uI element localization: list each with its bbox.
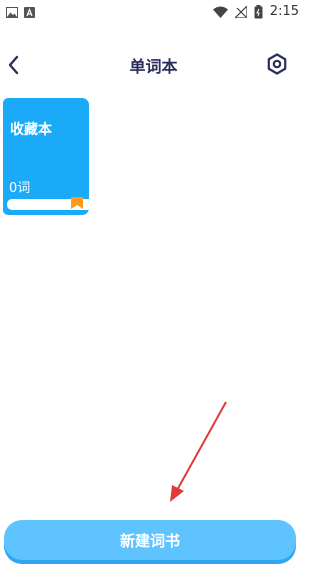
book-word-count: 0词 [9, 181, 31, 196]
page-title: 单词本 [129, 57, 178, 76]
no-signal-icon [234, 5, 247, 18]
app-header: 单词本 [0, 40, 307, 90]
gear-icon [267, 53, 287, 75]
a-notification-icon [24, 7, 35, 18]
new-book-button[interactable]: 新建词书 [4, 520, 296, 560]
settings-button[interactable] [265, 52, 289, 76]
book-card-favorites[interactable]: 收藏本 0词 [3, 98, 89, 215]
image-icon [6, 7, 18, 18]
annotation-arrow [170, 401, 227, 502]
status-bar: 2:15 [0, 0, 307, 26]
book-name: 收藏本 [10, 122, 52, 138]
clock: 2:15 [269, 4, 299, 19]
battery-icon [254, 4, 263, 18]
bookmark-icon [71, 197, 83, 209]
wifi-icon [212, 6, 228, 18]
